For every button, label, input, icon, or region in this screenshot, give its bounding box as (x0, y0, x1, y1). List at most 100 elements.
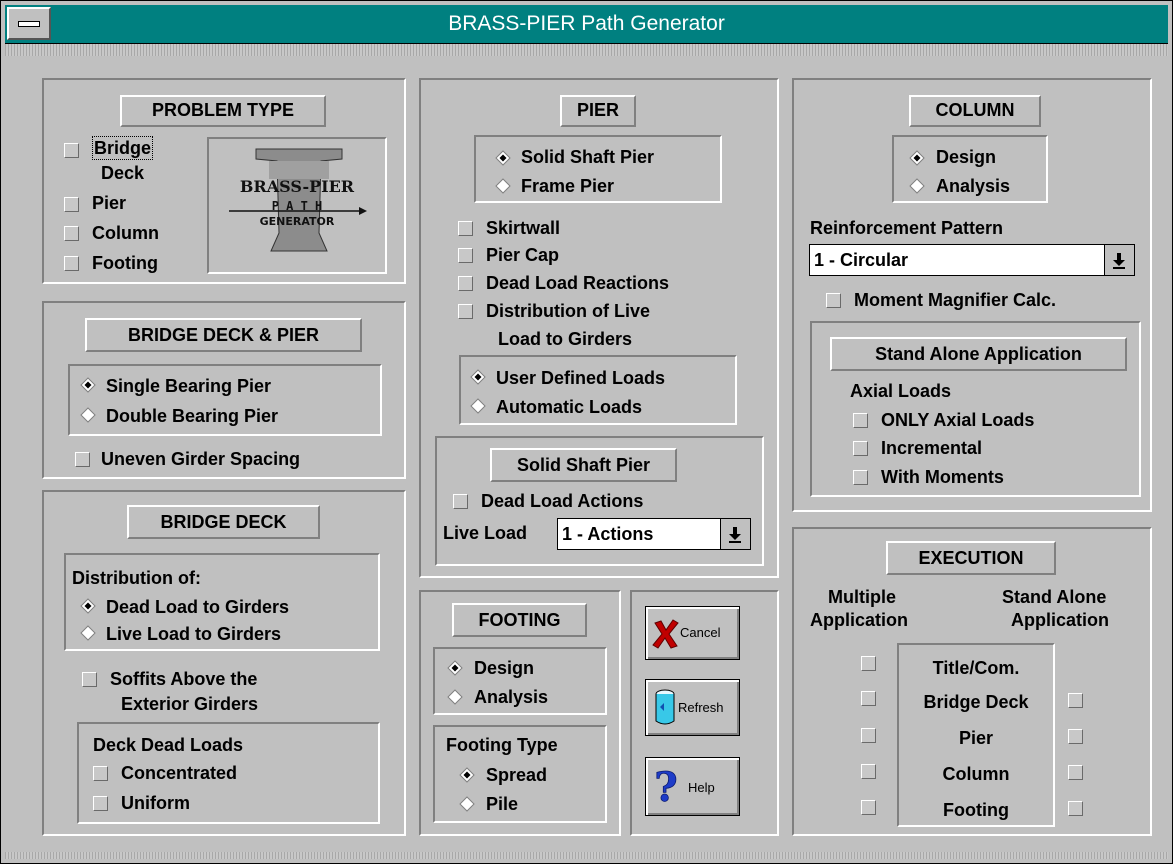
moment-magnifier-label: Moment Magnifier Calc. (854, 290, 1057, 310)
pile-radio[interactable] (459, 796, 475, 812)
cancel-button[interactable]: Cancel (645, 606, 740, 660)
soffits-label-line2: Exterior Girders (121, 694, 259, 714)
with-moments-checkbox[interactable] (853, 470, 868, 485)
moment-magnifier-checkbox[interactable] (826, 293, 841, 308)
double-bearing-radio[interactable] (80, 407, 96, 423)
exec-label-pier: Pier (958, 728, 994, 748)
uneven-girder-label: Uneven Girder Spacing (101, 449, 301, 469)
dead-load-actions-label: Dead Load Actions (481, 491, 644, 511)
dead-load-girders-label: Dead Load to Girders (106, 597, 290, 617)
live-load-dropdown[interactable]: 1 - Actions (557, 518, 751, 550)
refresh-button[interactable]: Refresh (645, 679, 740, 736)
stand-column-checkbox[interactable] (1068, 765, 1083, 780)
incremental-checkbox[interactable] (853, 441, 868, 456)
incremental-label: Incremental (881, 438, 983, 458)
footing-design-radio[interactable] (447, 660, 463, 676)
deck-dead-loads-label: Deck Dead Loads (93, 735, 244, 755)
footing-type-label: Footing Type (446, 735, 558, 755)
live-load-label: Live Load (443, 523, 528, 543)
user-defined-loads-radio[interactable] (470, 369, 486, 385)
single-bearing-radio[interactable] (80, 377, 96, 393)
pier-cap-checkbox[interactable] (458, 248, 473, 263)
uniform-checkbox[interactable] (93, 796, 108, 811)
footing-label: Footing (92, 253, 158, 273)
column-checkbox[interactable] (64, 226, 79, 241)
column-analysis-label: Analysis (936, 176, 1011, 196)
multi-title-checkbox[interactable] (861, 656, 876, 671)
automatic-loads-label: Automatic Loads (496, 397, 643, 417)
skirtwall-checkbox[interactable] (458, 221, 473, 236)
refresh-icon (655, 689, 675, 725)
user-defined-loads-label: User Defined Loads (496, 368, 666, 388)
footing-checkbox[interactable] (64, 256, 79, 271)
reinforcement-dropdown-button[interactable] (1104, 245, 1134, 275)
stand-alone-header: Stand Alone Application (830, 337, 1127, 371)
exec-label-bridge-deck: Bridge Deck (923, 692, 1029, 712)
spread-radio[interactable] (459, 767, 475, 783)
arrow-down-icon (1113, 253, 1125, 269)
bridge-deck-pier-header: BRIDGE DECK & PIER (85, 318, 362, 352)
concentrated-checkbox[interactable] (93, 766, 108, 781)
refresh-label: Refresh (678, 700, 724, 715)
spread-label: Spread (486, 765, 548, 785)
multi-pier-checkbox[interactable] (861, 728, 876, 743)
stand-alone-app-label-line2: Application (1011, 610, 1109, 630)
pier-checkbox[interactable] (64, 197, 79, 212)
logo-text-2: P A T H (272, 199, 323, 213)
multiple-app-label-line1: Multiple (828, 587, 896, 607)
stand-footing-checkbox[interactable] (1068, 801, 1083, 816)
exec-label-footing: Footing (943, 800, 1009, 820)
soffits-checkbox[interactable] (82, 672, 97, 687)
title-bar: BRASS-PIER Path Generator (5, 5, 1168, 44)
multi-bridge-deck-checkbox[interactable] (861, 691, 876, 706)
cancel-x-icon (652, 619, 679, 649)
solid-shaft-radio[interactable] (495, 150, 511, 166)
logo-text-1: BRASS-PIER (240, 177, 355, 196)
multi-footing-checkbox[interactable] (861, 800, 876, 815)
stand-bridge-deck-checkbox[interactable] (1068, 693, 1083, 708)
dead-load-reactions-label: Dead Load Reactions (486, 273, 670, 293)
uneven-girder-checkbox[interactable] (75, 452, 90, 467)
dead-load-reactions-checkbox[interactable] (458, 276, 473, 291)
automatic-loads-radio[interactable] (470, 398, 486, 414)
column-label: Column (92, 223, 159, 243)
help-question-icon: ? (654, 767, 678, 807)
bridge-deck-checkbox[interactable] (64, 143, 79, 158)
column-design-radio[interactable] (909, 150, 925, 166)
only-axial-checkbox[interactable] (853, 413, 868, 428)
pier-cap-label: Pier Cap (486, 245, 560, 265)
system-menu-button[interactable] (7, 7, 51, 40)
reinforcement-pattern-dropdown[interactable]: 1 - Circular (809, 244, 1135, 276)
multi-column-checkbox[interactable] (861, 764, 876, 779)
stand-alone-app-label-line1: Stand Alone (1002, 587, 1107, 607)
live-load-dropdown-button[interactable] (720, 519, 750, 549)
bottom-border-hatch (5, 852, 1168, 859)
distribution-label: Distribution of: (72, 568, 201, 588)
live-load-girders-radio[interactable] (80, 625, 96, 641)
stand-pier-checkbox[interactable] (1068, 729, 1083, 744)
dist-live-load-label-line2: Load to Girders (498, 329, 633, 349)
dead-load-actions-checkbox[interactable] (453, 494, 468, 509)
footing-design-label: Design (474, 658, 535, 678)
column-analysis-radio[interactable] (909, 178, 925, 194)
logo-text-3: GENERATOR (260, 215, 335, 228)
column-design-label: Design (936, 147, 997, 167)
bridge-deck-header: BRIDGE DECK (127, 505, 320, 539)
system-menu-icon (18, 21, 40, 27)
help-button[interactable]: ? Help (645, 757, 740, 816)
top-border-hatch (5, 44, 1168, 56)
help-label: Help (688, 780, 715, 795)
dist-live-load-checkbox[interactable] (458, 304, 473, 319)
frame-pier-radio[interactable] (495, 178, 511, 194)
uniform-label: Uniform (121, 793, 190, 813)
svg-text:?: ? (654, 767, 677, 807)
multiple-app-label-line2: Application (810, 610, 908, 630)
skirtwall-label: Skirtwall (486, 218, 561, 238)
footing-analysis-radio[interactable] (447, 689, 463, 705)
solid-shaft-pier-header: Solid Shaft Pier (490, 448, 677, 482)
bridge-deck-label-line1[interactable]: Bridge (92, 136, 154, 160)
single-bearing-label: Single Bearing Pier (106, 376, 272, 396)
live-load-value: 1 - Actions (562, 524, 654, 544)
dead-load-girders-radio[interactable] (80, 598, 96, 614)
column-header: COLUMN (909, 95, 1041, 127)
